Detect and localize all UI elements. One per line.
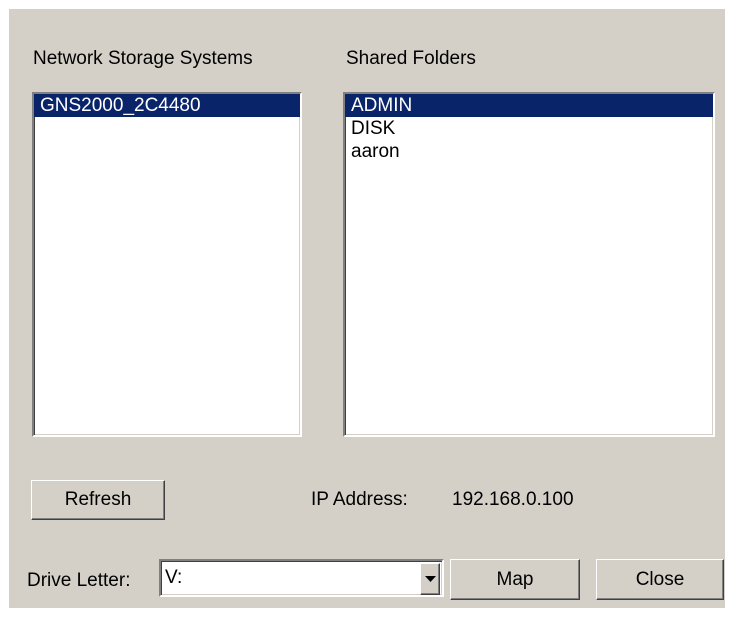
drive-letter-select[interactable]: V: (159, 559, 444, 597)
map-drive-dialog: Network Storage Systems Shared Folders G… (9, 9, 725, 608)
chevron-down-icon (424, 575, 436, 583)
drive-letter-value: V: (165, 567, 183, 588)
list-item[interactable]: aaron (345, 140, 713, 163)
ip-address-label: IP Address: (311, 489, 408, 510)
storage-systems-label: Network Storage Systems (33, 48, 253, 69)
list-item[interactable]: GNS2000_2C4480 (34, 94, 300, 117)
drive-letter-label: Drive Letter: (27, 570, 131, 591)
dropdown-button[interactable] (420, 563, 440, 595)
refresh-button[interactable]: Refresh (31, 480, 165, 520)
ip-address-value: 192.168.0.100 (452, 489, 574, 510)
close-button[interactable]: Close (596, 559, 724, 600)
map-button[interactable]: Map (450, 559, 580, 600)
storage-systems-list[interactable]: GNS2000_2C4480 (32, 92, 302, 437)
shared-folders-label: Shared Folders (346, 48, 476, 69)
list-item[interactable]: ADMIN (345, 94, 713, 117)
list-item[interactable]: DISK (345, 117, 713, 140)
shared-folders-list[interactable]: ADMIN DISK aaron (343, 92, 715, 437)
